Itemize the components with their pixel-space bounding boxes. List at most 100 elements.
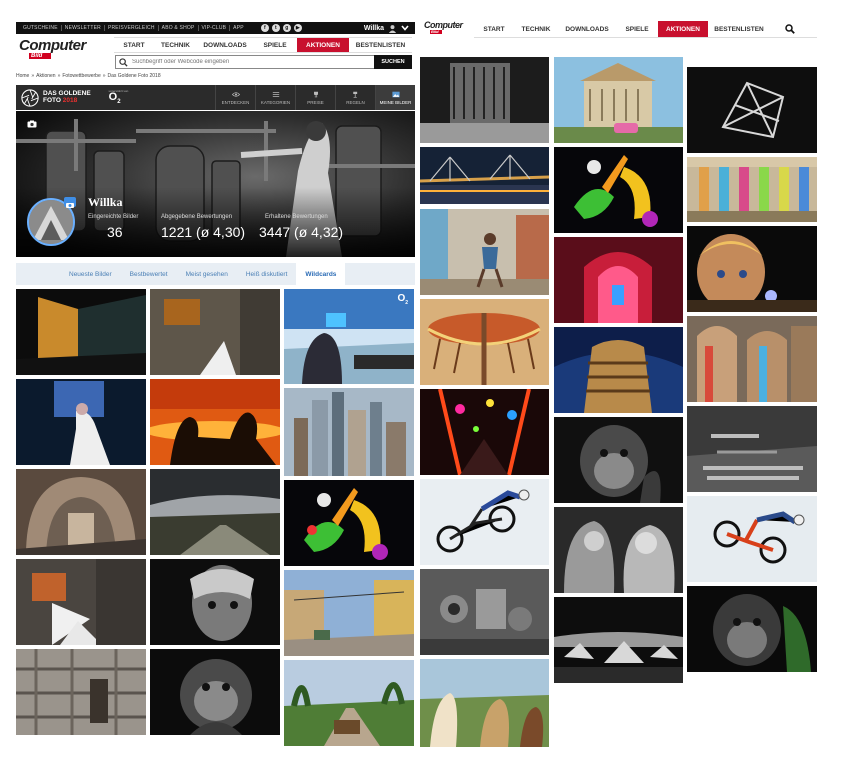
nav-start[interactable]: START	[114, 38, 154, 52]
photo-tile[interactable]	[554, 597, 683, 683]
tab-meist-gesehen[interactable]: Meist gesehen	[177, 263, 237, 285]
photo-tile[interactable]	[554, 417, 683, 503]
photo-tile[interactable]	[554, 327, 683, 413]
photo-tile[interactable]	[687, 586, 817, 672]
googleplus-icon[interactable]: g	[282, 24, 291, 32]
tab-wildcards[interactable]: Wildcards	[296, 263, 346, 285]
photo-tile[interactable]	[420, 569, 549, 655]
tab-entdecken[interactable]: ENTDECKEN	[215, 85, 255, 110]
photo-tile[interactable]	[687, 406, 817, 492]
facebook-icon[interactable]: f	[260, 24, 269, 32]
photo-tile[interactable]	[150, 289, 280, 375]
top-utility-bar: GUTSCHEINE NEWSLETTER PREISVERGLEICH ABO…	[16, 22, 415, 34]
photo-tile[interactable]	[687, 316, 817, 402]
o2-sponsor-logo: unterstützt von O2	[109, 90, 129, 105]
stat-given: Abgegebene Bewertungen 1221 (ø 4,30)	[161, 214, 245, 240]
search-input[interactable]	[130, 57, 374, 67]
computerbild-logo[interactable]: Computer Bild	[19, 38, 86, 59]
breadcrumb-separator: »	[31, 73, 35, 79]
nav-downloads[interactable]: DOWNLOADS	[558, 21, 616, 37]
photo-tile[interactable]	[284, 660, 414, 746]
link-vip-club[interactable]: VIP-CLUB	[199, 25, 231, 31]
profile-name: Willka	[88, 195, 123, 209]
nav-bestenlisten[interactable]: BESTENLISTEN	[708, 21, 770, 37]
photo-tile[interactable]	[420, 659, 549, 747]
nav-start[interactable]: START	[474, 21, 514, 37]
nav-spiele[interactable]: SPIELE	[253, 38, 297, 52]
photo-tile[interactable]	[554, 507, 683, 593]
photo-tile[interactable]: O2	[284, 289, 414, 384]
twitter-icon[interactable]: t	[271, 24, 280, 32]
nav-technik[interactable]: TECHNIK	[154, 38, 197, 52]
camera-badge-icon[interactable]	[64, 197, 76, 208]
photo-tile[interactable]	[16, 379, 146, 465]
nav-aktionen[interactable]: AKTIONEN	[297, 38, 349, 52]
photo-tile[interactable]	[420, 147, 549, 204]
photo-tile[interactable]	[554, 237, 683, 323]
trophy-icon	[313, 91, 318, 97]
nav-technik[interactable]: TECHNIK	[514, 21, 558, 37]
photo-tile[interactable]	[284, 480, 414, 566]
photo-tile[interactable]	[420, 479, 549, 565]
link-newsletter[interactable]: NEWSLETTER	[62, 25, 105, 31]
tab-neueste-bilder[interactable]: Neueste Bilder	[60, 263, 121, 285]
main-nav: START TECHNIK DOWNLOADS SPIELE AKTIONEN …	[114, 37, 412, 53]
nav-bestenlisten[interactable]: BESTENLISTEN	[349, 38, 412, 52]
sponsor-o: O	[108, 90, 118, 103]
photo-tile[interactable]	[687, 226, 817, 312]
link-gutscheine[interactable]: GUTSCHEINE	[20, 25, 62, 31]
photo-tile[interactable]	[687, 67, 817, 153]
photo-tile[interactable]	[687, 157, 817, 222]
photo-tile[interactable]	[150, 469, 280, 555]
breadcrumb-home[interactable]: Home	[16, 73, 29, 79]
nav-spiele[interactable]: SPIELE	[616, 21, 658, 37]
photo-tile[interactable]	[554, 57, 683, 143]
list-icon	[272, 91, 279, 97]
tab-label: PREISE	[307, 99, 324, 105]
nav-search[interactable]	[770, 21, 810, 37]
photo-tile[interactable]	[150, 649, 280, 735]
link-app[interactable]: APP	[230, 25, 247, 31]
photo-tile[interactable]	[150, 379, 280, 465]
chevron-down-icon[interactable]	[401, 25, 409, 31]
tab-label: ENTDECKEN	[221, 99, 250, 105]
photo-tile[interactable]	[284, 388, 414, 476]
tab-regeln[interactable]: REGELN	[335, 85, 375, 110]
search-button[interactable]: SUCHEN	[374, 55, 412, 69]
breadcrumb-fotowettbewerbe[interactable]: Fotowettbewerbe	[62, 73, 100, 79]
computerbild-logo-right[interactable]: Computer Bild	[424, 21, 463, 34]
stat-label: Abgegebene Bewertungen	[161, 214, 233, 220]
nav-aktionen[interactable]: AKTIONEN	[658, 21, 708, 37]
search-bar: SUCHEN	[115, 55, 412, 69]
photo-tile[interactable]	[420, 299, 549, 385]
link-preisvergleich[interactable]: PREISVERGLEICH	[105, 25, 159, 31]
link-abo-shop[interactable]: ABO & SHOP	[159, 25, 199, 31]
tab-meine-bilder[interactable]: MEINE BILDER	[375, 85, 415, 110]
tab-bestbewertet[interactable]: Bestbewertet	[121, 263, 177, 285]
photo-tile[interactable]	[687, 496, 817, 582]
photo-tile[interactable]	[16, 559, 146, 645]
user-avatar-icon	[388, 24, 397, 33]
tab-preise[interactable]: PREISE	[295, 85, 335, 110]
photo-tile[interactable]	[420, 389, 549, 475]
photo-tile[interactable]	[420, 209, 549, 295]
photo-tile[interactable]	[284, 570, 414, 656]
photo-tile[interactable]	[16, 289, 146, 375]
nav-downloads[interactable]: DOWNLOADS	[197, 38, 253, 52]
profile-stats: Willka Eingereichte Bilder 36 Abgegebene…	[86, 190, 412, 250]
breadcrumb-aktionen[interactable]: Aktionen	[36, 73, 55, 79]
tab-kategorien[interactable]: KATEGORIEN	[255, 85, 295, 110]
photo-tile[interactable]	[16, 469, 146, 555]
user-menu[interactable]: Willka	[364, 24, 415, 33]
youtube-icon[interactable]: ▶	[293, 24, 302, 32]
camera-icon	[27, 120, 37, 128]
photo-tile[interactable]	[554, 147, 683, 233]
tab-label: MEINE BILDER	[379, 99, 412, 105]
tab-heiss-diskutiert[interactable]: Heiß diskutiert	[237, 263, 297, 285]
sponsor-2: 2	[117, 98, 121, 105]
contest-title[interactable]: DAS GOLDENE FOTO 2018	[43, 90, 91, 105]
photo-tile[interactable]	[150, 559, 280, 645]
photo-tile[interactable]	[420, 57, 549, 143]
o2-badge: O2	[397, 293, 408, 306]
photo-tile[interactable]	[16, 649, 146, 735]
